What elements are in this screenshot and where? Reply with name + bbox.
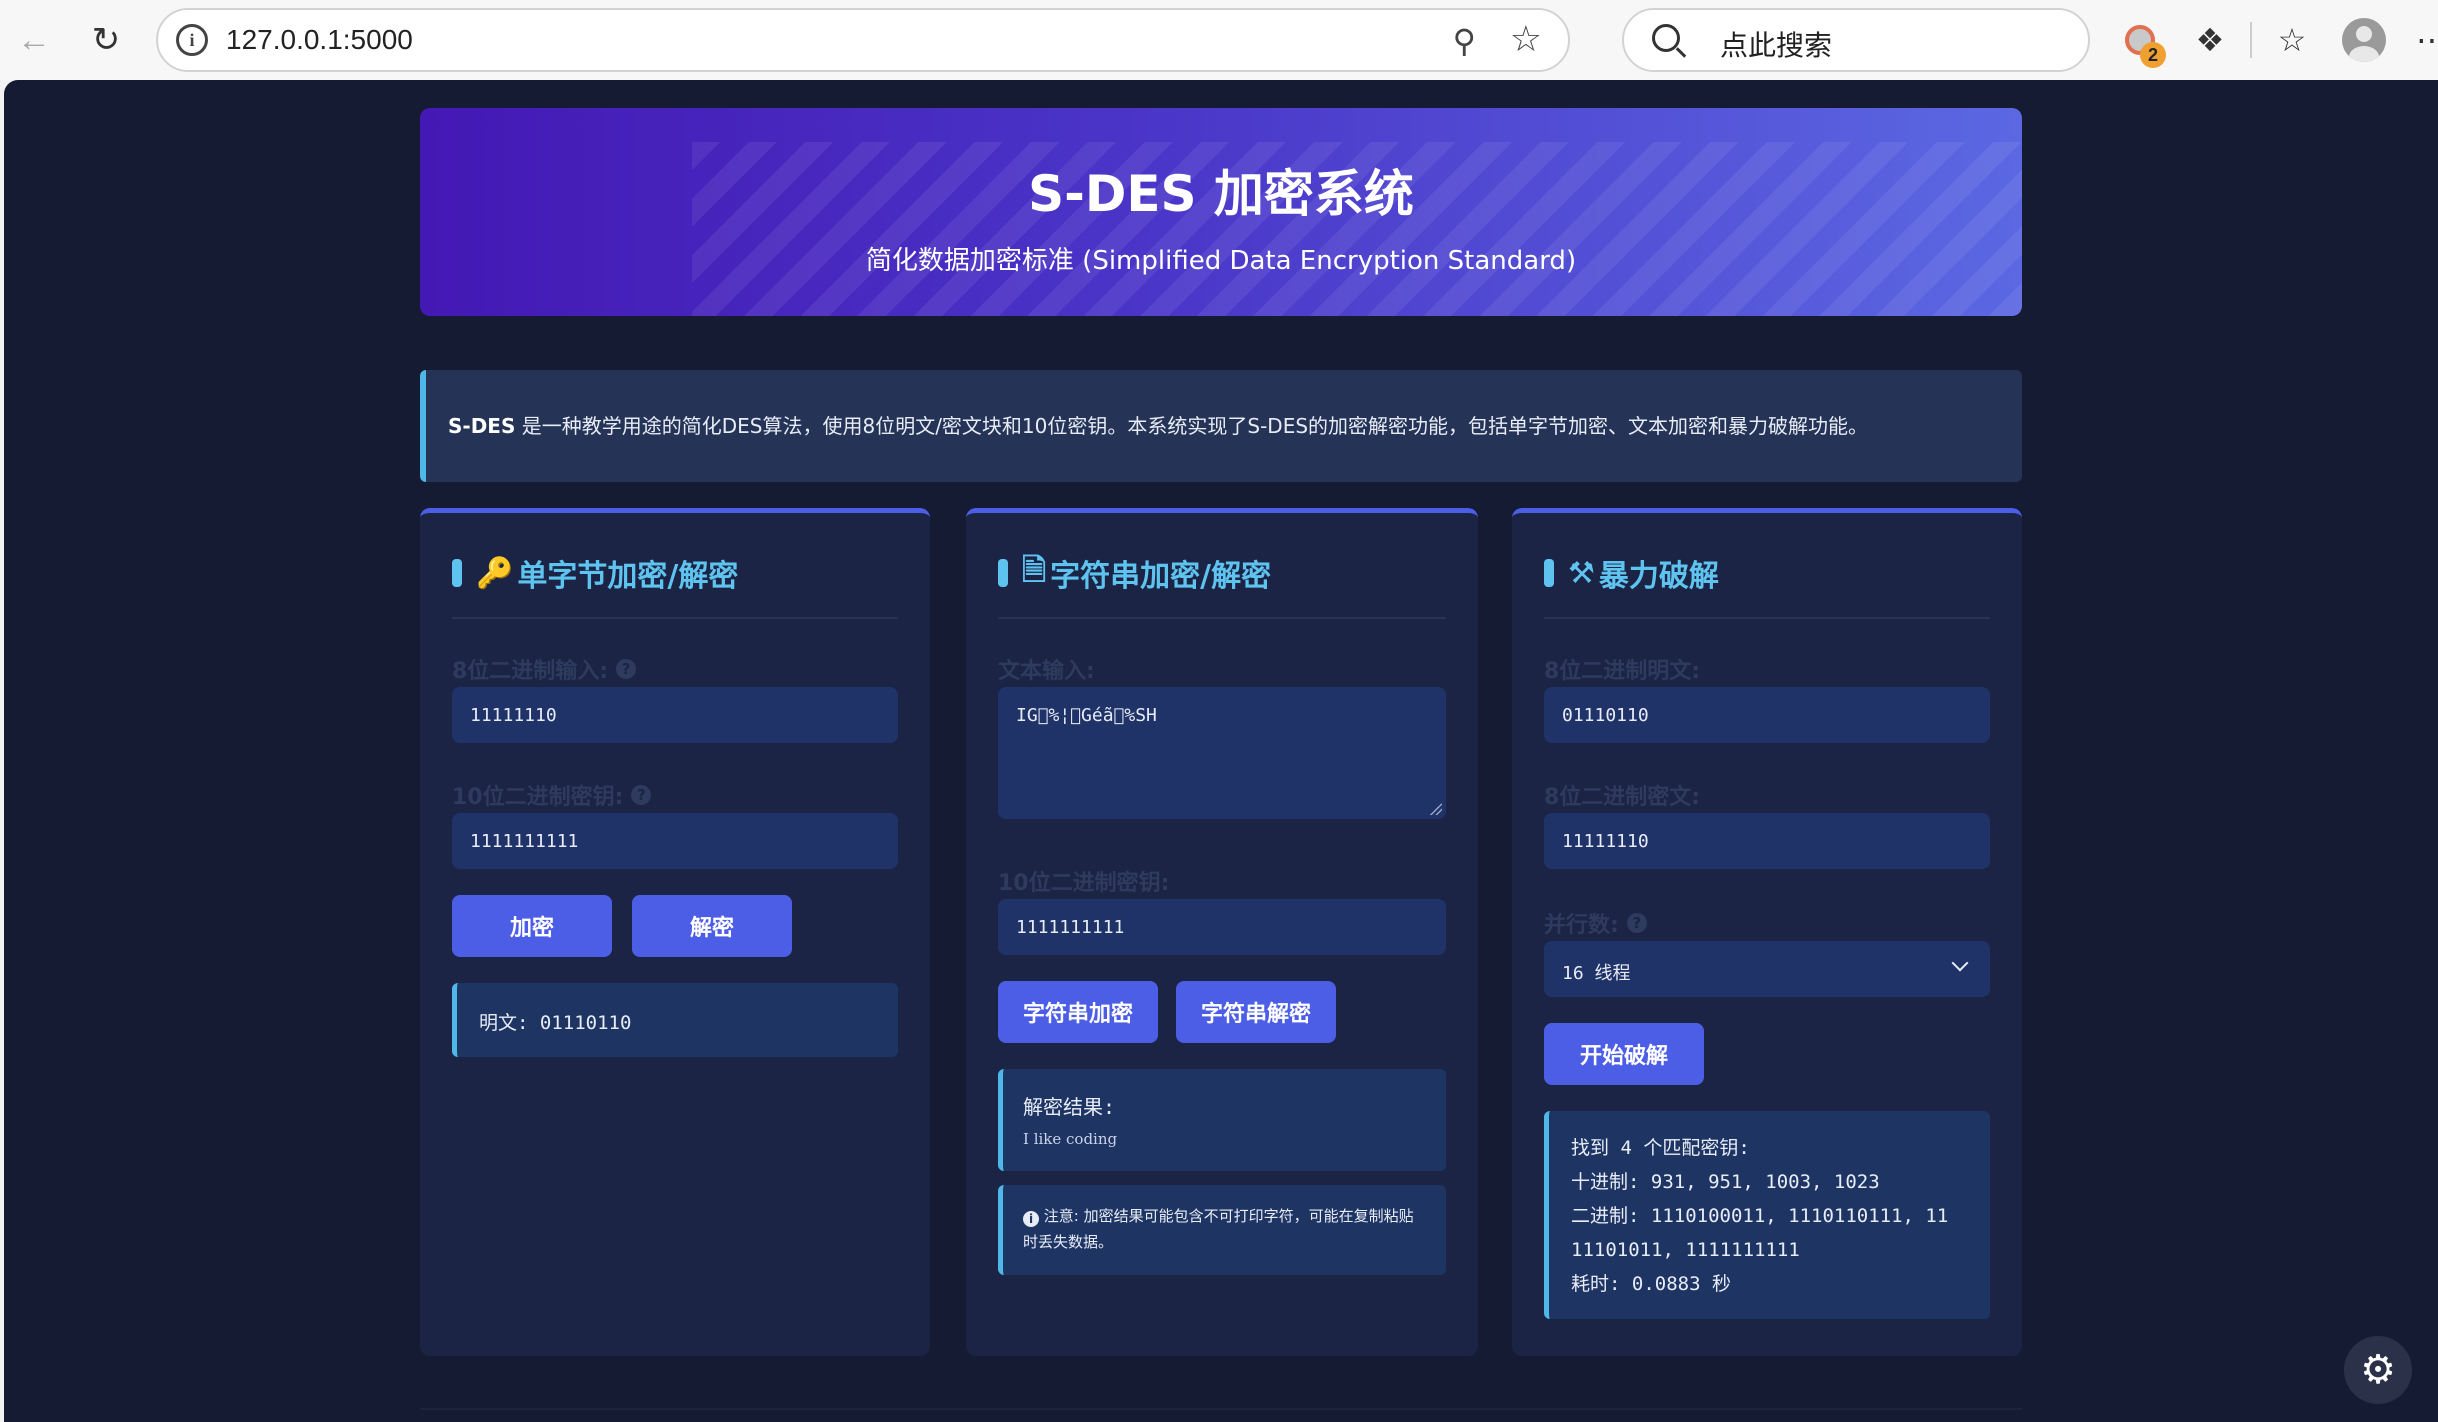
input-label: 8位二进制输入: ? (452, 653, 637, 685)
footer-divider (420, 1408, 2022, 1410)
result-binary-1: 二进制: 1110100011, 1110110111, 11 (1571, 1205, 1949, 1227)
intro-box: S-DES 是一种教学用途的简化DES算法，使用8位明文/密文块和10位密钥。本… (420, 370, 2022, 482)
string-key-label: 10位二进制密钥: (998, 871, 1170, 896)
result-value: I like coding (1023, 1130, 1118, 1148)
note-text: 注意: 加密结果可能包含不可打印字符，可能在复制粘贴时丢失数据。 (1023, 1207, 1414, 1251)
result-found: 找到 4 个匹配密钥: (1571, 1137, 1750, 1159)
page-viewport: S-DES 加密系统 简化数据加密标准 (Simplified Data Enc… (4, 80, 2438, 1422)
string-encrypt-button[interactable]: 字符串加密 (998, 981, 1158, 1043)
text-label: 文本输入: (998, 659, 1095, 684)
title-accent (1544, 559, 1554, 587)
brute-result: 找到 4 个匹配密钥: 十进制: 931, 951, 1003, 1023 二进… (1544, 1111, 1990, 1319)
title-accent (452, 559, 462, 587)
result-title: 解密结果: (1023, 1095, 1116, 1119)
search-box[interactable]: 点此搜索 (1622, 8, 2090, 72)
warning-note: i 注意: 加密结果可能包含不可打印字符，可能在复制粘贴时丢失数据。 (998, 1185, 1446, 1275)
string-card: 🗎 字符串加密/解密 文本输入: IG %¦ Géã %SH 10位二进制密钥:… (966, 508, 1478, 1356)
bookmark-star-icon[interactable]: ☆ (1510, 18, 1542, 60)
threads-value: 16 线程 (1562, 963, 1631, 984)
ciphertext-field[interactable]: 11111110 (1544, 813, 1990, 869)
brute-title: 暴力破解 (1598, 559, 1719, 594)
address-bar[interactable]: i 127.0.0.1:5000 ⚲ ☆ (156, 8, 1570, 72)
key-input-field[interactable]: 1111111111 (452, 813, 898, 869)
divider (1544, 617, 1990, 619)
result-binary-2: 11101011, 1111111111 (1571, 1239, 1800, 1261)
intro-lead: S-DES (448, 414, 516, 438)
chevron-down-icon (1951, 954, 1969, 972)
settings-gear-icon[interactable]: ⚙ (2344, 1336, 2412, 1404)
string-title: 字符串加密/解密 (1050, 559, 1272, 594)
extensions-puzzle-icon[interactable]: ❖ (2188, 18, 2232, 62)
single-result: 明文: 01110110 (452, 983, 898, 1057)
search-placeholder: 点此搜索 (1720, 30, 1833, 61)
intro-body: 是一种教学用途的简化DES算法，使用8位明文/密文块和10位密钥。本系统实现了S… (515, 414, 1869, 438)
help-icon[interactable]: ? (1626, 913, 1647, 933)
string-result: 解密结果: I like coding (998, 1069, 1446, 1171)
url-text: 127.0.0.1:5000 (226, 24, 413, 55)
title-accent (998, 559, 1008, 587)
ciphertext-label: 8位二进制密文: (1544, 785, 1701, 810)
card-title: 🗎 字符串加密/解密 (998, 551, 1271, 595)
string-decrypt-button[interactable]: 字符串解密 (1176, 981, 1336, 1043)
single-byte-card: 🔑 单字节加密/解密 8位二进制输入: ? 11111110 10位二进制密钥:… (420, 508, 930, 1356)
document-icon: 🗎 (1022, 552, 1047, 588)
threads-select[interactable]: 16 线程 (1544, 941, 1990, 997)
card-title: 🔑 单字节加密/解密 (452, 551, 738, 595)
key-label-text: 10位二进制密钥: (452, 785, 624, 810)
help-icon[interactable]: ? (616, 659, 637, 679)
plaintext-field[interactable]: 01110110 (1544, 687, 1990, 743)
threads-label: 并行数: ? (1544, 907, 1647, 939)
notification-badge: 2 (2140, 42, 2166, 68)
intro-text: S-DES 是一种教学用途的简化DES算法，使用8位明文/密文块和10位密钥。本… (448, 410, 1868, 439)
text-input-value: IG %¦ Géã %SH (1016, 705, 1157, 726)
hammer-icon: ⚒ (1568, 555, 1595, 591)
info-icon: i (1023, 1211, 1039, 1227)
start-crack-button[interactable]: 开始破解 (1544, 1023, 1704, 1085)
input-label-text: 8位二进制输入: (452, 659, 609, 684)
brute-force-card: ⚒ 暴力破解 8位二进制明文: 01110110 8位二进制密文: 111111… (1512, 508, 2022, 1356)
site-info-icon[interactable]: i (176, 24, 208, 56)
key-icon: 🔑 (476, 555, 514, 591)
divider (452, 617, 898, 619)
more-menu-icon[interactable]: ⋯ (2410, 18, 2438, 62)
threads-label-text: 并行数: (1544, 913, 1619, 938)
plaintext-label: 8位二进制明文: (1544, 659, 1701, 684)
profile-avatar[interactable] (2342, 18, 2386, 62)
search-icon (1652, 24, 1680, 52)
back-icon[interactable]: ← (8, 14, 60, 66)
string-key-field[interactable]: 1111111111 (998, 899, 1446, 955)
zoom-icon[interactable]: ⚲ (1453, 22, 1476, 60)
page-title: S-DES 加密系统 (1028, 165, 1414, 223)
resize-handle-icon[interactable] (1430, 803, 1442, 815)
page-header: S-DES 加密系统 简化数据加密标准 (Simplified Data Enc… (420, 108, 2022, 316)
reload-icon[interactable]: ↻ (80, 14, 132, 66)
page-subtitle: 简化数据加密标准 (Simplified Data Encryption Sta… (865, 246, 1577, 276)
key-label: 10位二进制密钥: ? (452, 779, 652, 811)
decrypt-button[interactable]: 解密 (632, 895, 792, 957)
binary-input-field[interactable]: 11111110 (452, 687, 898, 743)
browser-toolbar: ← ↻ i 127.0.0.1:5000 ⚲ ☆ 点此搜索 2 ❖ ☆ ⋯ (0, 0, 2438, 80)
help-icon[interactable]: ? (631, 785, 652, 805)
encrypt-button[interactable]: 加密 (452, 895, 612, 957)
card-title: ⚒ 暴力破解 (1544, 551, 1719, 595)
text-input-area[interactable]: IG %¦ Géã %SH (998, 687, 1446, 819)
favorites-icon[interactable]: ☆ (2270, 18, 2314, 62)
divider (998, 617, 1446, 619)
result-decimal: 十进制: 931, 951, 1003, 1023 (1571, 1171, 1880, 1193)
toolbar-divider (2250, 22, 2252, 58)
result-time: 耗时: 0.0883 秒 (1571, 1273, 1731, 1295)
single-title: 单字节加密/解密 (517, 559, 739, 594)
